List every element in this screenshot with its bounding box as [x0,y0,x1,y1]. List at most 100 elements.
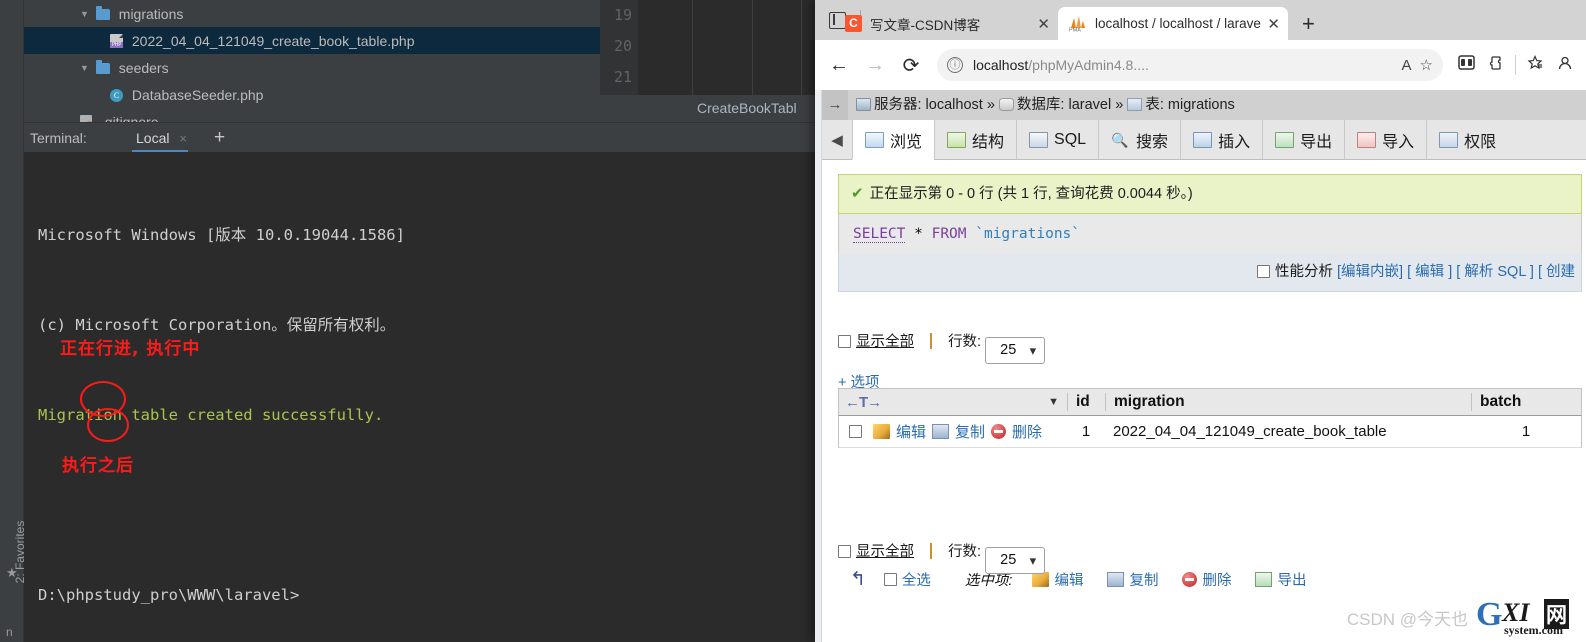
header-actions-cell: ←T→ ▼ [839,394,1067,411]
screenshot-root: 2: Favorites ★ n ▼ migrations 2022_04_04… [0,0,1586,642]
sql-star: * [905,226,932,242]
tree-item-migrations[interactable]: ▼ migrations [24,0,600,27]
breadcrumb-table[interactable]: 表: migrations [1145,97,1234,113]
url-text: localhost/phpMyAdmin4.8.... [973,57,1394,73]
line-number-gutter: 19 20 21 [600,0,638,95]
sql-keyword-from: FROM [931,226,967,242]
annotation-after-exec: 执行之后 [62,456,134,476]
tab-label: 插入 [1218,133,1251,151]
tab-structure[interactable]: 结构 [934,120,1017,159]
close-icon[interactable]: ✕ [1037,15,1050,33]
row-edit-link[interactable]: 编辑 [896,421,926,442]
address-bar[interactable]: ⓘ localhost/phpMyAdmin4.8.... A ☆ [937,49,1443,81]
analyze-sql-link[interactable]: [ 解析 SQL ] [1456,264,1534,280]
table-row[interactable]: 编辑 复制 删除 1 2022_04_04_121049_create_book… [838,416,1582,448]
bulk-export-action[interactable]: 导出 [1255,569,1306,590]
show-all-checkbox-top[interactable] [838,335,851,348]
tab-label: 导入 [1382,133,1415,151]
profile-icon[interactable] [1550,55,1580,76]
breadcrumb: → 服务器: localhost » 数据库: laravel » 表: mig… [822,90,1586,120]
browser-window: C 写文章-CSDN博客 ✕ PMA localhost / localhost… [815,0,1586,642]
bulk-copy-action[interactable]: 复制 [1107,569,1158,590]
tree-item-database-seeder[interactable]: C DatabaseSeeder.php [24,81,600,108]
edit-link[interactable]: [ 编辑 ] [1407,264,1452,280]
new-tab-button[interactable]: + [1302,11,1315,37]
chevron-down-icon[interactable]: ▼ [1048,396,1059,408]
favorites-star-icon[interactable]: ★ [6,565,18,581]
pma-tab-bar: ◀ 浏览 结构 SQL 🔍 搜索 插入 导出 导入 权限 [822,120,1586,160]
show-all-checkbox-bottom[interactable] [838,545,851,558]
php-class-icon: C [110,88,123,102]
forward-button[interactable]: → [857,54,893,77]
row-checkbox[interactable] [849,425,862,438]
show-all-label[interactable]: 显示全部 [856,334,914,350]
chevron-down-icon[interactable]: ▼ [80,1,92,28]
rows-per-page-select-top[interactable]: 25 [985,337,1046,364]
rows-label: 行数: [948,544,982,560]
select-all-checkbox[interactable] [883,572,897,586]
sort-order-icon[interactable]: ←T→ [845,394,882,411]
bulk-delete-action[interactable]: 删除 [1182,569,1231,590]
copy-icon[interactable] [932,424,950,439]
chevron-down-icon[interactable]: ▼ [80,55,92,82]
create-php-link[interactable]: [ 创建 [1538,264,1575,280]
collections-icon[interactable] [1520,54,1550,76]
column-header-batch[interactable]: batch [1471,393,1581,411]
row-delete-link[interactable]: 删除 [1012,421,1042,442]
tree-item-label: 2022_04_04_121049_create_book_table.php [131,32,415,49]
expand-navigation-icon[interactable]: → [822,90,848,120]
tab-insert[interactable]: 插入 [1180,120,1263,159]
breadcrumb-database[interactable]: 数据库: laravel [1017,97,1111,113]
tree-item-label: DatabaseSeeder.php [131,86,264,103]
breadcrumb-server[interactable]: 服务器: localhost [874,97,983,113]
success-check-icon: ✔ [851,185,864,202]
tab-sql[interactable]: SQL [1016,120,1099,159]
tab-browse[interactable]: 浏览 [852,120,935,160]
rows-per-page-select-bottom[interactable]: 25 [985,547,1046,574]
terminal-tab-local[interactable]: Local × [128,123,195,153]
tree-item-seeders[interactable]: ▼ seeders [24,54,600,81]
delete-icon[interactable] [991,424,1007,439]
profiling-checkbox[interactable] [1257,265,1270,278]
delete-icon [1182,571,1198,587]
browser-tab-phpmyadmin[interactable]: PMA localhost / localhost / laravel / m … [1058,7,1288,40]
pencil-icon[interactable] [873,424,890,439]
close-icon[interactable]: × [179,131,187,146]
close-icon[interactable]: ✕ [1267,15,1280,33]
read-aloud-icon[interactable]: A [1402,57,1412,74]
browser-tab-csdn[interactable]: C 写文章-CSDN博客 ✕ [835,7,1058,40]
server-icon [856,98,871,111]
column-header-migration[interactable]: migration [1105,393,1471,411]
terminal-line: D:\phpstudy_pro\WWW\laravel> [38,586,300,604]
folder-icon [95,59,110,74]
code-editor[interactable]: 19 20 21 [600,0,830,95]
tab-import[interactable]: 导入 [1344,120,1427,159]
terminal-line: Microsoft Windows [版本 10.0.19044.1586] [38,226,405,244]
add-terminal-button[interactable]: + [214,123,225,153]
reload-button[interactable]: ⟳ [893,53,929,78]
ide-left-toolbar: 2: Favorites ★ n [0,0,27,642]
tab-title: localhost / localhost / laravel / m [1095,16,1262,31]
add-favorite-icon[interactable]: ☆ [1420,56,1433,74]
edit-inline-link[interactable]: [编辑内嵌] [1337,264,1403,280]
show-all-label[interactable]: 显示全部 [856,544,914,560]
bulk-edit-label: 编辑 [1054,572,1084,589]
tree-item-create-book-table[interactable]: 2022_04_04_121049_create_book_table.php [24,27,600,54]
table-icon [1127,98,1143,111]
tab-privileges[interactable]: 权限 [1426,120,1509,159]
terminal-output[interactable]: Microsoft Windows [版本 10.0.19044.1586] (… [24,152,830,642]
extensions-icon[interactable] [1481,55,1511,76]
profiling-label: 性能分析 [1275,264,1333,280]
executed-sql-query[interactable]: SELECT * FROM `migrations` [838,214,1582,254]
export-icon [1275,131,1295,148]
column-header-id[interactable]: id [1067,393,1105,411]
site-info-icon[interactable]: ⓘ [947,57,963,73]
collapse-sidebar-icon[interactable]: ◀ [822,120,852,159]
split-screen-icon[interactable] [1451,55,1481,75]
back-button[interactable]: ← [821,54,857,77]
tab-search[interactable]: 🔍 搜索 [1098,120,1181,159]
project-tree[interactable]: ▼ migrations 2022_04_04_121049_create_bo… [24,0,600,131]
row-copy-link[interactable]: 复制 [955,421,985,442]
tab-export[interactable]: 导出 [1262,120,1345,159]
